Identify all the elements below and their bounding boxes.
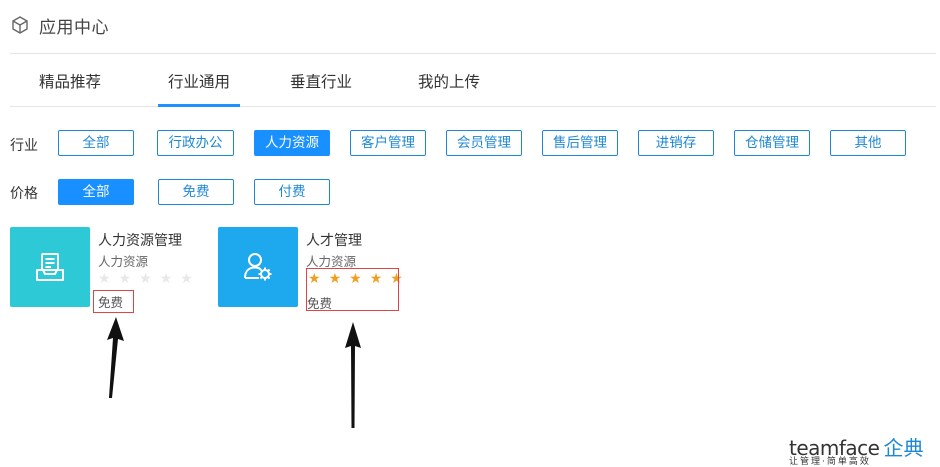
price-chip-paid[interactable]: 付费 — [254, 179, 330, 205]
tab-featured[interactable]: 精品推荐 — [37, 62, 103, 106]
app-name[interactable]: 人力资源管理 — [98, 230, 182, 250]
industry-chip-other[interactable]: 其他 — [830, 130, 906, 156]
star-icon: ★ — [180, 271, 193, 287]
industry-chip-all[interactable]: 全部 — [58, 130, 134, 156]
document-tray-icon — [36, 253, 64, 281]
tab-bar: 精品推荐 行业通用 垂直行业 我的上传 — [10, 62, 936, 107]
industry-chip-warehouse[interactable]: 仓储管理 — [734, 130, 810, 156]
app-name[interactable]: 人才管理 — [306, 230, 362, 250]
annotation-arrow — [107, 317, 124, 398]
industry-chip-customer[interactable]: 客户管理 — [350, 130, 426, 156]
industry-chip-after-sales[interactable]: 售后管理 — [542, 130, 618, 156]
star-icon: ★ — [159, 271, 173, 287]
annotation-arrow — [345, 322, 361, 428]
page-title: 应用中心 — [39, 17, 109, 38]
star-icon: ★ — [98, 271, 111, 287]
price-filter-label: 价格 — [10, 186, 38, 202]
tab-vertical-industry[interactable]: 垂直行业 — [288, 62, 354, 106]
user-gear-icon — [244, 253, 272, 281]
cube-icon — [12, 16, 28, 34]
brand-watermark: teamface 企典 让管理·简单高效 — [789, 432, 924, 467]
app-rating: ★ ★ ★ ★ ★ — [98, 272, 193, 286]
star-icon: ★ — [118, 271, 132, 287]
annotation-highlight-box — [93, 290, 134, 313]
industry-chip-admin-office[interactable]: 行政办公 — [157, 130, 234, 156]
app-category: 人力资源 — [98, 254, 149, 269]
brand-name-zh: 企典 — [883, 436, 924, 460]
industry-chip-hr[interactable]: 人力资源 — [254, 130, 330, 156]
annotation-highlight-box — [306, 268, 399, 311]
tab-industry-general[interactable]: 行业通用 — [158, 62, 240, 107]
industry-filter-label: 行业 — [10, 138, 38, 154]
header-divider — [10, 53, 936, 54]
tab-my-uploads[interactable]: 我的上传 — [416, 62, 482, 106]
industry-chip-inventory[interactable]: 进销存 — [638, 130, 714, 156]
app-icon-talent-management[interactable] — [218, 227, 298, 307]
brand-slogan: 让管理·简单高效 — [789, 457, 871, 467]
industry-chip-member[interactable]: 会员管理 — [446, 130, 522, 156]
star-icon: ★ — [139, 271, 152, 287]
page-header: 应用中心 — [10, 11, 109, 39]
app-icon-hr-management[interactable] — [10, 227, 90, 307]
price-chip-all[interactable]: 全部 — [58, 179, 134, 205]
price-chip-free[interactable]: 免费 — [158, 179, 234, 205]
